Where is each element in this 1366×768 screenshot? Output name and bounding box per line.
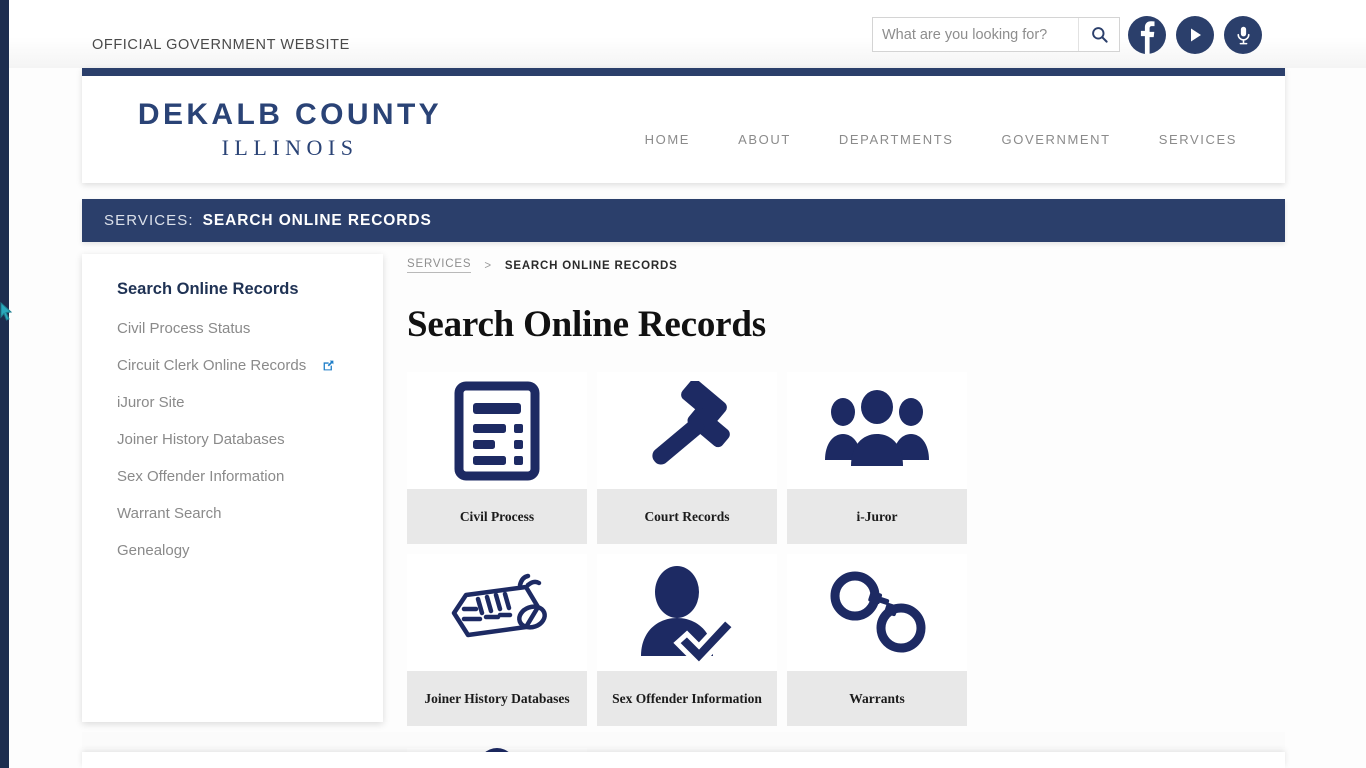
nav-item-services[interactable]: SERVICES — [1135, 126, 1261, 153]
facebook-link[interactable] — [1128, 16, 1166, 54]
sidebar-title: Search Online Records — [117, 280, 299, 298]
official-government-label: OFFICIAL GOVERNMENT WEBSITE — [92, 37, 350, 53]
breadcrumb-current: SEARCH ONLINE RECORDS — [504, 259, 678, 272]
person-check-icon — [641, 565, 739, 662]
sidebar-item-ijuror-site[interactable]: iJuror Site — [117, 394, 361, 411]
card-label: Joiner History Databases — [407, 671, 587, 726]
youtube-link[interactable] — [1176, 16, 1214, 54]
card-sex-offender-information[interactable]: Sex Offender Information — [597, 554, 777, 726]
podcast-link[interactable] — [1224, 16, 1262, 54]
banner-title: SEARCH ONLINE RECORDS — [202, 211, 432, 229]
left-side-rail[interactable] — [0, 0, 9, 768]
sidebar-item-circuit-clerk-online-records[interactable]: Circuit Clerk Online Records — [117, 357, 361, 374]
search-icon — [1091, 27, 1108, 43]
rolled-newspaper-icon — [451, 573, 547, 637]
card-icon-area — [407, 554, 587, 671]
nav-item-home[interactable]: HOME — [621, 126, 714, 153]
card-icon-area — [407, 372, 587, 489]
site-logo[interactable]: DEKALB COUNTY ILLINOIS — [100, 99, 480, 161]
card-civil-process[interactable]: Civil Process — [407, 372, 587, 544]
content-bottom-bleed — [82, 732, 1285, 748]
footer-strip — [82, 752, 1285, 768]
breadcrumb-parent-link[interactable]: SERVICES — [407, 258, 472, 273]
nav-item-departments[interactable]: DEPARTMENTS — [815, 126, 978, 153]
card-icon-area — [787, 372, 967, 489]
sidebar-item-warrant-search[interactable]: Warrant Search — [117, 505, 361, 522]
card-label: i-Juror — [787, 489, 967, 544]
sidebar-item-joiner-history-databases[interactable]: Joiner History Databases — [117, 431, 361, 448]
page-title: Search Online Records — [407, 304, 766, 345]
site-header: DEKALB COUNTY ILLINOIS HOME ABOUT DEPART… — [82, 68, 1285, 183]
main-content: SERVICES > SEARCH ONLINE RECORDS Search … — [407, 258, 1167, 768]
sidebar-item-label: Sex Offender Information — [117, 468, 285, 485]
sidebar-item-label: Civil Process Status — [117, 320, 251, 337]
sidebar-item-civil-process-status[interactable]: Civil Process Status — [117, 320, 361, 337]
social-links — [1128, 16, 1262, 54]
card-i-juror[interactable]: i-Juror — [787, 372, 967, 544]
sidebar-item-label: Warrant Search — [117, 505, 222, 522]
search-input[interactable] — [873, 18, 1078, 51]
people-group-icon — [825, 389, 929, 466]
sidebar-item-label: Joiner History Databases — [117, 431, 285, 448]
section-banner: SERVICES: SEARCH ONLINE RECORDS — [82, 199, 1285, 242]
banner-prefix: SERVICES: — [104, 212, 194, 229]
nav-item-about[interactable]: ABOUT — [714, 126, 815, 153]
gavel-icon — [652, 380, 730, 465]
card-label: Civil Process — [407, 489, 587, 544]
external-link-icon — [322, 359, 335, 372]
handcuffs-icon — [830, 571, 926, 652]
search-submit-button[interactable] — [1078, 18, 1119, 51]
card-label: Sex Offender Information — [597, 671, 777, 726]
sidebar-item-label: iJuror Site — [117, 394, 185, 411]
sidebar: Search Online Records Civil Process Stat… — [82, 254, 383, 722]
cursor-arrow-icon — [0, 300, 14, 322]
logo-secondary-text: ILLINOIS — [221, 134, 359, 160]
card-court-records[interactable]: Court Records — [597, 372, 777, 544]
microphone-icon — [1236, 26, 1250, 44]
card-joiner-history-databases[interactable]: Joiner History Databases — [407, 554, 587, 726]
nav-item-government[interactable]: GOVERNMENT — [978, 126, 1135, 153]
site-search — [872, 17, 1120, 52]
page-root: OFFICIAL GOVERNMENT WEBSITE What are you… — [0, 0, 1366, 768]
logo-primary-text: DEKALB COUNTY — [137, 98, 443, 131]
breadcrumb-separator: > — [484, 259, 492, 272]
facebook-icon — [1140, 21, 1155, 54]
sidebar-item-label: Circuit Clerk Online Records — [117, 357, 307, 374]
card-label: Court Records — [597, 489, 777, 544]
sidebar-item-sex-offender-information[interactable]: Sex Offender Information — [117, 468, 361, 485]
card-icon-area — [787, 554, 967, 671]
document-form-icon — [454, 381, 540, 480]
youtube-play-icon — [1191, 28, 1201, 42]
service-card-grid: Civil Process Court Records i-Juror Join… — [407, 372, 1152, 768]
card-warrants[interactable]: Warrants — [787, 554, 967, 726]
card-icon-area — [597, 372, 777, 489]
breadcrumb: SERVICES > SEARCH ONLINE RECORDS — [407, 258, 1167, 273]
utility-bar: OFFICIAL GOVERNMENT WEBSITE — [0, 0, 1366, 68]
sidebar-item-label: Genealogy — [117, 542, 190, 559]
card-label: Warrants — [787, 671, 967, 726]
main-navigation: HOME ABOUT DEPARTMENTS GOVERNMENT SERVIC… — [621, 126, 1261, 153]
sidebar-item-genealogy[interactable]: Genealogy — [117, 542, 361, 559]
card-icon-area — [597, 554, 777, 671]
